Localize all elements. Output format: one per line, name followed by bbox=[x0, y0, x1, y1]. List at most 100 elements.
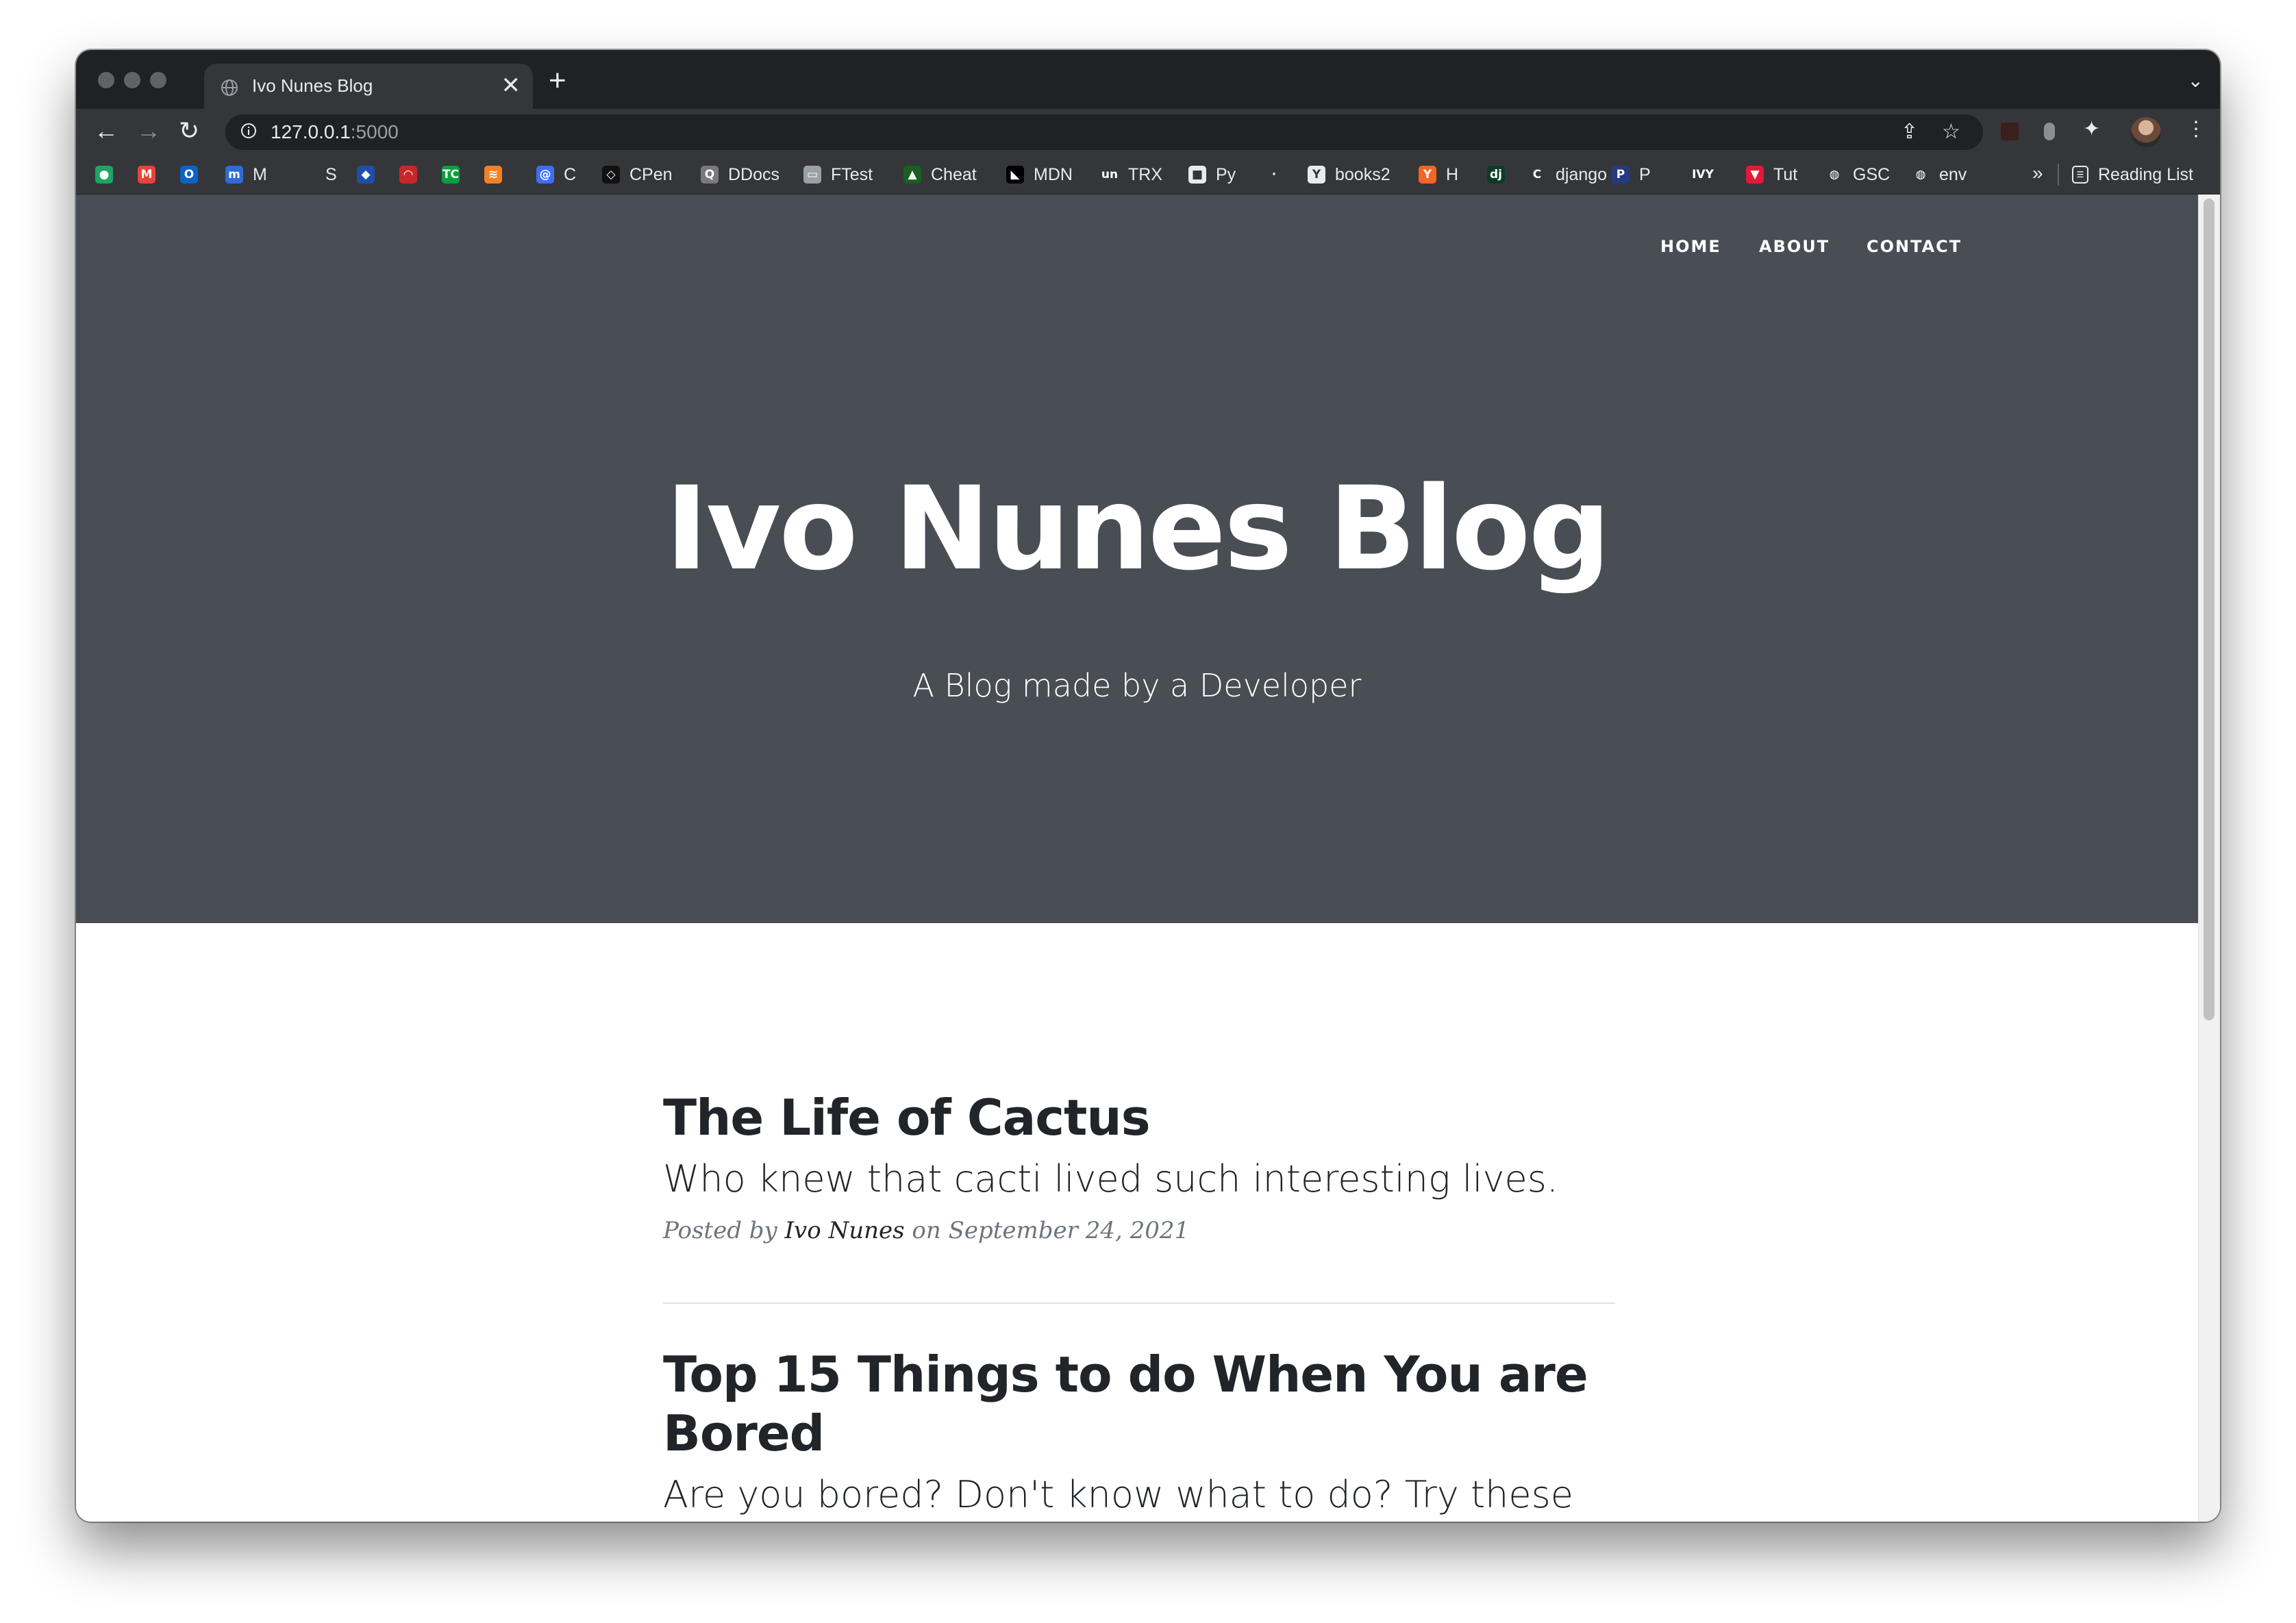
post-subtitle[interactable]: Who knew that cacti lived such interesti… bbox=[663, 1157, 1615, 1202]
scrollbar-thumb[interactable] bbox=[2204, 199, 2214, 1020]
bookmark-item[interactable]: PP bbox=[1612, 164, 1651, 186]
bookmark-item[interactable]: ◍ env bbox=[1912, 164, 1967, 186]
reading-list-icon: ☰ bbox=[2072, 166, 2088, 184]
reading-list-label: Reading List bbox=[2098, 164, 2193, 184]
back-button[interactable]: ← bbox=[94, 116, 118, 146]
post-preview[interactable]: The Life of Cactus Who knew that cacti l… bbox=[663, 1088, 1615, 1268]
bookmark-favicon-icon: ▼ bbox=[1746, 166, 1764, 184]
post-preview[interactable]: Top 15 Things to do When You are Bored A… bbox=[663, 1345, 1615, 1522]
bookmark-item[interactable]: M bbox=[138, 164, 155, 186]
profile-avatar[interactable] bbox=[2131, 117, 2161, 147]
bookmark-favicon-icon: m bbox=[225, 166, 243, 184]
post-date: September 24, 2021 bbox=[948, 1217, 1190, 1244]
address-bar[interactable]: 127.0.0.1:5000 ⇪ ☆ bbox=[225, 114, 1983, 150]
bookmark-item[interactable]: ◣ MDN bbox=[1006, 164, 1073, 186]
bookmark-item[interactable]: Q DDocs bbox=[701, 164, 779, 186]
page-scrollbar[interactable] bbox=[2198, 194, 2220, 1522]
close-tab-icon[interactable]: ✕ bbox=[501, 72, 521, 99]
masthead: HOME ABOUT CONTACT Ivo Nunes Blog A Blog… bbox=[76, 194, 2198, 923]
url-text[interactable]: 127.0.0.1:5000 bbox=[271, 121, 399, 143]
browser-window: Ivo Nunes Blog ✕ + ⌄ ← → ↻ 127.0.0.1:500… bbox=[76, 50, 2220, 1522]
bookmark-favicon-icon: Y bbox=[1419, 166, 1436, 184]
bookmark-item[interactable]: @ C bbox=[536, 164, 576, 186]
extension-icon[interactable] bbox=[2044, 123, 2055, 140]
reload-button[interactable]: ↻ bbox=[179, 116, 199, 146]
bookmark-item[interactable]: · bbox=[1265, 164, 1283, 186]
bookmark-label: P bbox=[1639, 164, 1651, 184]
post-meta: Posted by Ivo Nunes on September 24, 202… bbox=[663, 1217, 1615, 1244]
minimize-window-button[interactable] bbox=[124, 72, 140, 88]
bookmark-label: Tut bbox=[1773, 164, 1798, 184]
post-title[interactable]: Top 15 Things to do When You are Bored bbox=[663, 1345, 1615, 1463]
url-host: 127.0.0.1 bbox=[271, 121, 351, 142]
bookmark-item[interactable]: un TRX bbox=[1101, 164, 1162, 186]
bookmark-star-icon[interactable]: ☆ bbox=[1942, 120, 1960, 144]
bookmark-favicon-icon: ◍ bbox=[1825, 166, 1843, 184]
nav-contact-link[interactable]: CONTACT bbox=[1867, 237, 1962, 256]
bookmark-favicon-icon: ◍ bbox=[1912, 166, 1930, 184]
zoom-window-button[interactable] bbox=[150, 72, 166, 88]
browser-toolbar: ← → ↻ 127.0.0.1:5000 ⇪ ☆ ✦ ⋮ bbox=[76, 109, 2220, 155]
bookmark-item[interactable]: IVY bbox=[1692, 164, 1714, 186]
bookmark-item[interactable]: ▼ Tut bbox=[1746, 164, 1797, 186]
bookmark-item[interactable]: Ybooks2 bbox=[1308, 164, 1390, 186]
bookmark-label: books2 bbox=[1335, 164, 1390, 184]
bookmark-item[interactable]: ◠ bbox=[399, 164, 417, 186]
bookmark-item[interactable]: ◍ GSC bbox=[1825, 164, 1890, 186]
bookmark-favicon-icon: · bbox=[1265, 166, 1283, 184]
bookmark-item[interactable]: ◇ CPen bbox=[602, 164, 673, 186]
nav-home-link[interactable]: HOME bbox=[1660, 237, 1721, 256]
site-title: Ivo Nunes Blog bbox=[665, 462, 1610, 596]
page-viewport: HOME ABOUT CONTACT Ivo Nunes Blog A Blog… bbox=[76, 194, 2220, 1522]
bookmark-favicon-icon: @ bbox=[536, 166, 554, 184]
reading-list-button[interactable]: ☰ Reading List bbox=[2072, 164, 2193, 186]
nav-about-link[interactable]: ABOUT bbox=[1759, 237, 1830, 256]
bookmark-favicon-icon: ≋ bbox=[484, 166, 502, 184]
more-bookmarks-chevron-icon[interactable]: » bbox=[2032, 162, 2043, 184]
post-meta-on: on bbox=[912, 1217, 941, 1244]
bookmark-item[interactable]: ≋ bbox=[484, 164, 502, 186]
bookmark-item[interactable]: Cdjango bbox=[1528, 164, 1607, 186]
bookmark-label: MDN bbox=[1034, 164, 1073, 184]
bookmark-item[interactable]: YH bbox=[1419, 164, 1458, 186]
bookmark-favicon-icon: M bbox=[138, 166, 155, 184]
post-author-link[interactable]: Ivo Nunes bbox=[785, 1217, 905, 1244]
extension-icon[interactable] bbox=[2001, 123, 2019, 140]
bookmark-favicon-icon: TC bbox=[442, 166, 460, 184]
tab-active[interactable]: Ivo Nunes Blog ✕ bbox=[204, 64, 533, 109]
bookmark-label: GSC bbox=[1853, 164, 1891, 184]
bookmark-item[interactable]: ◆ bbox=[357, 164, 375, 186]
bookmark-favicon-icon: O bbox=[180, 166, 198, 184]
bookmark-favicon-icon: C bbox=[1528, 166, 1546, 184]
bookmark-item[interactable]: dj bbox=[1487, 164, 1505, 186]
bookmark-item[interactable]: ▭ FTest bbox=[803, 164, 873, 186]
extensions-puzzle-icon[interactable]: ✦ bbox=[2083, 117, 2100, 141]
bookmark-label: Py bbox=[1216, 164, 1236, 184]
close-window-button[interactable] bbox=[98, 72, 114, 88]
tab-search-button[interactable]: ⌄ bbox=[2188, 69, 2204, 92]
bookmark-favicon-icon: dj bbox=[1487, 166, 1505, 184]
bookmark-favicon-icon: ◠ bbox=[399, 166, 417, 184]
info-icon[interactable] bbox=[240, 123, 257, 139]
bookmark-item[interactable]: ▲ Cheat bbox=[903, 164, 977, 186]
post-subtitle[interactable]: Are you bored? Don't know what to do? Tr… bbox=[663, 1472, 1615, 1522]
share-icon[interactable]: ⇪ bbox=[1901, 120, 1918, 144]
bookmark-item[interactable]: O bbox=[180, 164, 198, 186]
forward-button[interactable]: → bbox=[136, 116, 161, 146]
bookmark-item[interactable]: ■ Py bbox=[1188, 164, 1236, 186]
bookmark-label: django bbox=[1556, 164, 1608, 184]
new-tab-button[interactable]: + bbox=[549, 64, 566, 98]
bookmark-item[interactable]: S bbox=[316, 164, 337, 186]
bookmark-item[interactable]: ● bbox=[95, 164, 113, 186]
bookmark-item[interactable]: mM bbox=[225, 164, 267, 186]
bookmark-label: H bbox=[1446, 164, 1459, 184]
bookmark-label: S bbox=[325, 164, 337, 184]
bookmarks-bar: » ☰ Reading List ● M Om M S ◆ ◠ TC ≋ @ C ◇ CPen Q DDoc… bbox=[76, 155, 2220, 194]
bookmark-favicon-icon: ◆ bbox=[357, 166, 375, 184]
url-port: :5000 bbox=[350, 121, 399, 142]
bookmark-label: env bbox=[1939, 164, 1967, 184]
browser-menu-icon[interactable]: ⋮ bbox=[2186, 117, 2206, 141]
bookmark-item[interactable]: TC bbox=[442, 164, 460, 186]
bookmark-favicon-icon: ● bbox=[95, 166, 113, 184]
post-title[interactable]: The Life of Cactus bbox=[663, 1088, 1615, 1147]
